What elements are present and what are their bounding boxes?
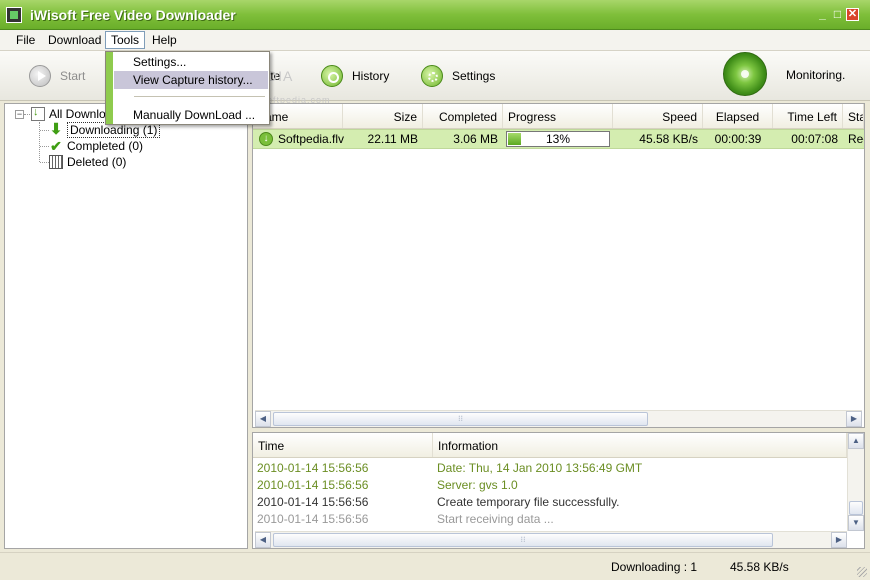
app-icon[interactable] bbox=[6, 7, 22, 23]
progress-text: 13% bbox=[545, 132, 571, 146]
settings-label: Settings bbox=[452, 69, 496, 83]
log-entry: 2010-01-14 15:56:56 Server: gvs 1.0 bbox=[253, 476, 847, 493]
category-tree: − All Downloa ⬇ Downloading (1) ✔ Comple… bbox=[4, 103, 248, 549]
menu-file[interactable]: File bbox=[16, 33, 35, 47]
maximize-button[interactable]: □ bbox=[831, 8, 844, 21]
downloads-folder-icon bbox=[31, 106, 45, 121]
download-list-hscrollbar[interactable]: ◀ ⁝⁝ ▶ bbox=[255, 410, 862, 427]
tree-label: All Downloa bbox=[49, 107, 113, 121]
cell-status: Rec bbox=[848, 132, 864, 146]
menu-download[interactable]: Download bbox=[48, 33, 101, 47]
status-bar: Downloading : 1 45.58 KB/s bbox=[0, 552, 870, 580]
column-speed[interactable]: Speed bbox=[613, 104, 703, 128]
log-vscrollbar[interactable]: ▲ ▼ bbox=[847, 433, 864, 531]
log-time: 2010-01-14 15:56:56 bbox=[257, 461, 369, 475]
log-entry: 2010-01-14 15:56:56 Create temporary fil… bbox=[253, 493, 847, 510]
column-completed[interactable]: Completed bbox=[423, 104, 503, 128]
log-time: 2010-01-14 15:56:56 bbox=[257, 478, 369, 492]
scroll-thumb[interactable]: ⁝⁝ bbox=[273, 412, 648, 426]
menu-gutter bbox=[106, 52, 113, 124]
status-downloading: Downloading : 1 bbox=[611, 560, 698, 574]
log-entry: 2010-01-14 15:56:56 Start receiving data… bbox=[253, 510, 847, 527]
history-button[interactable]: History bbox=[321, 64, 389, 88]
table-row[interactable]: ↓ Softpedia.flv 22.11 MB 3.06 MB 13% 45.… bbox=[253, 129, 864, 149]
log-time: 2010-01-14 15:56:56 bbox=[257, 512, 369, 526]
log-column-information[interactable]: Information bbox=[433, 433, 847, 457]
cell-time-left: 00:07:08 bbox=[791, 132, 838, 146]
menu-item-manually-download[interactable]: Manually DownLoad ... bbox=[114, 106, 268, 124]
gear-icon bbox=[421, 65, 443, 87]
progress-bar: 13% bbox=[506, 131, 610, 147]
scroll-left-button[interactable]: ◀ bbox=[255, 411, 271, 427]
column-elapsed[interactable]: Elapsed bbox=[703, 104, 773, 128]
download-arrow-icon: ⬇ bbox=[49, 121, 63, 138]
scroll-thumb[interactable] bbox=[849, 501, 863, 515]
resize-grip[interactable] bbox=[857, 567, 867, 577]
list-header: ame Size Completed Progress Speed Elapse… bbox=[253, 104, 864, 129]
monitoring-widget[interactable]: Monitoring. bbox=[720, 50, 866, 100]
minimize-button[interactable]: _ bbox=[816, 8, 829, 21]
log-panel: Time Information 2010-01-14 15:56:56 Dat… bbox=[252, 432, 865, 549]
tree-item-deleted[interactable]: Deleted (0) bbox=[49, 154, 126, 170]
tools-dropdown-menu: Settings... View Capture history... Manu… bbox=[105, 51, 270, 125]
tree-label: Deleted (0) bbox=[67, 155, 127, 169]
log-info: Date: Thu, 14 Jan 2010 13:56:49 GMT bbox=[437, 461, 643, 475]
menu-separator bbox=[134, 96, 265, 97]
log-info: Create temporary file successfully. bbox=[437, 495, 620, 509]
magnifier-icon bbox=[321, 65, 343, 87]
start-button[interactable]: Start bbox=[29, 64, 85, 88]
menu-item-view-capture-history[interactable]: View Capture history... bbox=[114, 71, 268, 89]
scroll-right-button[interactable]: ▶ bbox=[831, 532, 847, 548]
history-label: History bbox=[352, 69, 390, 83]
column-status[interactable]: Sta bbox=[843, 104, 864, 128]
menu-tools[interactable]: Tools bbox=[105, 31, 146, 49]
cell-size: 22.11 MB bbox=[367, 132, 418, 146]
window-title: iWisoft Free Video Downloader bbox=[30, 7, 236, 23]
scroll-left-button[interactable]: ◀ bbox=[255, 532, 271, 548]
monitoring-label: Monitoring. bbox=[786, 68, 846, 82]
trash-icon bbox=[49, 155, 63, 169]
tree-collapse-toggle[interactable]: − bbox=[15, 110, 24, 119]
scroll-up-button[interactable]: ▲ bbox=[848, 433, 864, 449]
log-info: Server: gvs 1.0 bbox=[437, 478, 518, 492]
menu-item-settings[interactable]: Settings... bbox=[114, 53, 268, 71]
radar-disc-icon bbox=[723, 52, 767, 96]
tree-item-completed[interactable]: ✔ Completed (0) bbox=[49, 138, 143, 154]
menu-bar: File Download Tools Help bbox=[0, 30, 870, 51]
log-entry: 2010-01-14 15:56:56 Date: Thu, 14 Jan 20… bbox=[253, 459, 847, 476]
tree-label: Completed (0) bbox=[67, 139, 144, 153]
scroll-down-button[interactable]: ▼ bbox=[848, 515, 864, 531]
scroll-right-button[interactable]: ▶ bbox=[846, 411, 862, 427]
scroll-thumb[interactable]: ⁝⁝ bbox=[273, 533, 773, 547]
start-label: Start bbox=[60, 69, 86, 83]
log-hscrollbar[interactable]: ◀ ⁝⁝ ▶ bbox=[255, 531, 847, 548]
log-header: Time Information bbox=[253, 433, 847, 458]
log-info: Start receiving data ... bbox=[437, 512, 554, 526]
log-time: 2010-01-14 15:56:56 bbox=[257, 495, 369, 509]
column-progress[interactable]: Progress bbox=[503, 104, 613, 128]
download-list: ame Size Completed Progress Speed Elapse… bbox=[252, 103, 865, 428]
downloading-icon: ↓ bbox=[259, 132, 273, 146]
cell-completed: 3.06 MB bbox=[453, 132, 498, 146]
status-speed: 45.58 KB/s bbox=[730, 560, 789, 574]
play-icon bbox=[29, 65, 51, 87]
close-button[interactable]: ✕ bbox=[846, 8, 859, 21]
settings-button[interactable]: Settings bbox=[421, 64, 495, 88]
log-column-time[interactable]: Time bbox=[253, 433, 433, 457]
checkmark-icon: ✔ bbox=[50, 138, 62, 154]
column-time-left[interactable]: Time Left bbox=[773, 104, 843, 128]
tree-item-all-downloads[interactable]: All Downloa bbox=[31, 106, 112, 122]
cell-speed: 45.58 KB/s bbox=[639, 132, 698, 146]
cell-elapsed: 00:00:39 bbox=[714, 132, 762, 146]
column-size[interactable]: Size bbox=[343, 104, 423, 128]
menu-help[interactable]: Help bbox=[152, 33, 177, 47]
title-bar[interactable]: iWisoft Free Video Downloader _ □ ✕ bbox=[0, 0, 870, 30]
